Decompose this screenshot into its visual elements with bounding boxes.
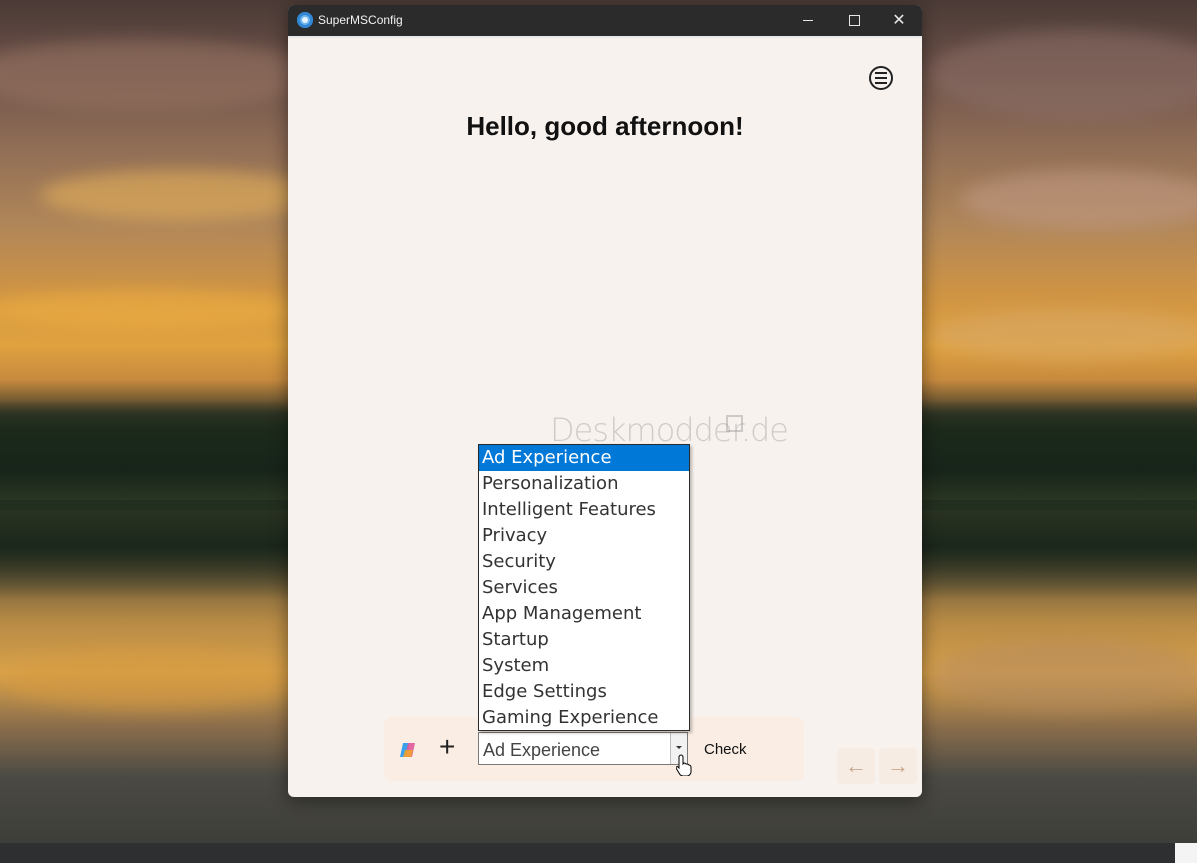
- category-combobox[interactable]: Ad Experience: [478, 732, 688, 765]
- window-title: SuperMSConfig: [318, 13, 403, 27]
- copilot-icon[interactable]: [399, 741, 419, 759]
- screen-corner: [1175, 843, 1197, 863]
- hand-cursor-icon: [676, 754, 692, 776]
- dropdown-option-personalization[interactable]: Personalization: [479, 471, 689, 497]
- dropdown-option-startup[interactable]: Startup: [479, 627, 689, 653]
- cloud: [930, 30, 1197, 120]
- hamburger-menu-icon[interactable]: [869, 66, 893, 90]
- minimize-icon: [803, 20, 813, 21]
- maximize-icon: [848, 15, 860, 26]
- cloud: [0, 40, 320, 110]
- combobox-value: Ad Experience: [483, 740, 601, 760]
- cloud: [0, 290, 310, 330]
- check-button[interactable]: Check: [704, 741, 747, 758]
- maximize-button[interactable]: [831, 5, 877, 36]
- category-dropdown-list: Ad Experience Personalization Intelligen…: [478, 444, 690, 731]
- dropdown-option-privacy[interactable]: Privacy: [479, 523, 689, 549]
- app-window: SuperMSConfig ✕ Hello, good afternoon! D…: [288, 5, 922, 797]
- dropdown-option-app-management[interactable]: App Management: [479, 601, 689, 627]
- cloud: [930, 310, 1197, 360]
- menu-line: [875, 72, 887, 74]
- dropdown-option-intelligent-features[interactable]: Intelligent Features: [479, 497, 689, 523]
- dropdown-option-services[interactable]: Services: [479, 575, 689, 601]
- close-icon: ✕: [892, 11, 906, 29]
- dropdown-option-system[interactable]: System: [479, 653, 689, 679]
- plus-icon[interactable]: +: [439, 733, 455, 761]
- cloud-reflection: [930, 640, 1197, 710]
- dropdown-option-gaming-experience[interactable]: Gaming Experience: [479, 705, 689, 731]
- minimize-button[interactable]: [785, 5, 831, 36]
- dropdown-option-ad-experience[interactable]: Ad Experience: [479, 445, 689, 471]
- cloud: [40, 170, 320, 220]
- arrow-left-icon[interactable]: ←: [837, 748, 875, 784]
- greeting-heading: Hello, good afternoon!: [466, 111, 744, 141]
- app-icon: [297, 12, 313, 28]
- menu-line: [875, 82, 887, 84]
- watermark-edit-icon: [726, 415, 743, 432]
- menu-line: [875, 77, 887, 79]
- arrow-right-icon[interactable]: →: [879, 748, 917, 784]
- close-button[interactable]: ✕: [876, 5, 922, 36]
- dropdown-option-security[interactable]: Security: [479, 549, 689, 575]
- cloud: [960, 170, 1197, 230]
- cloud-reflection: [0, 650, 300, 710]
- taskbar-edge: [0, 843, 1175, 863]
- title-bar[interactable]: SuperMSConfig ✕: [288, 5, 922, 38]
- dropdown-option-edge-settings[interactable]: Edge Settings: [479, 679, 689, 705]
